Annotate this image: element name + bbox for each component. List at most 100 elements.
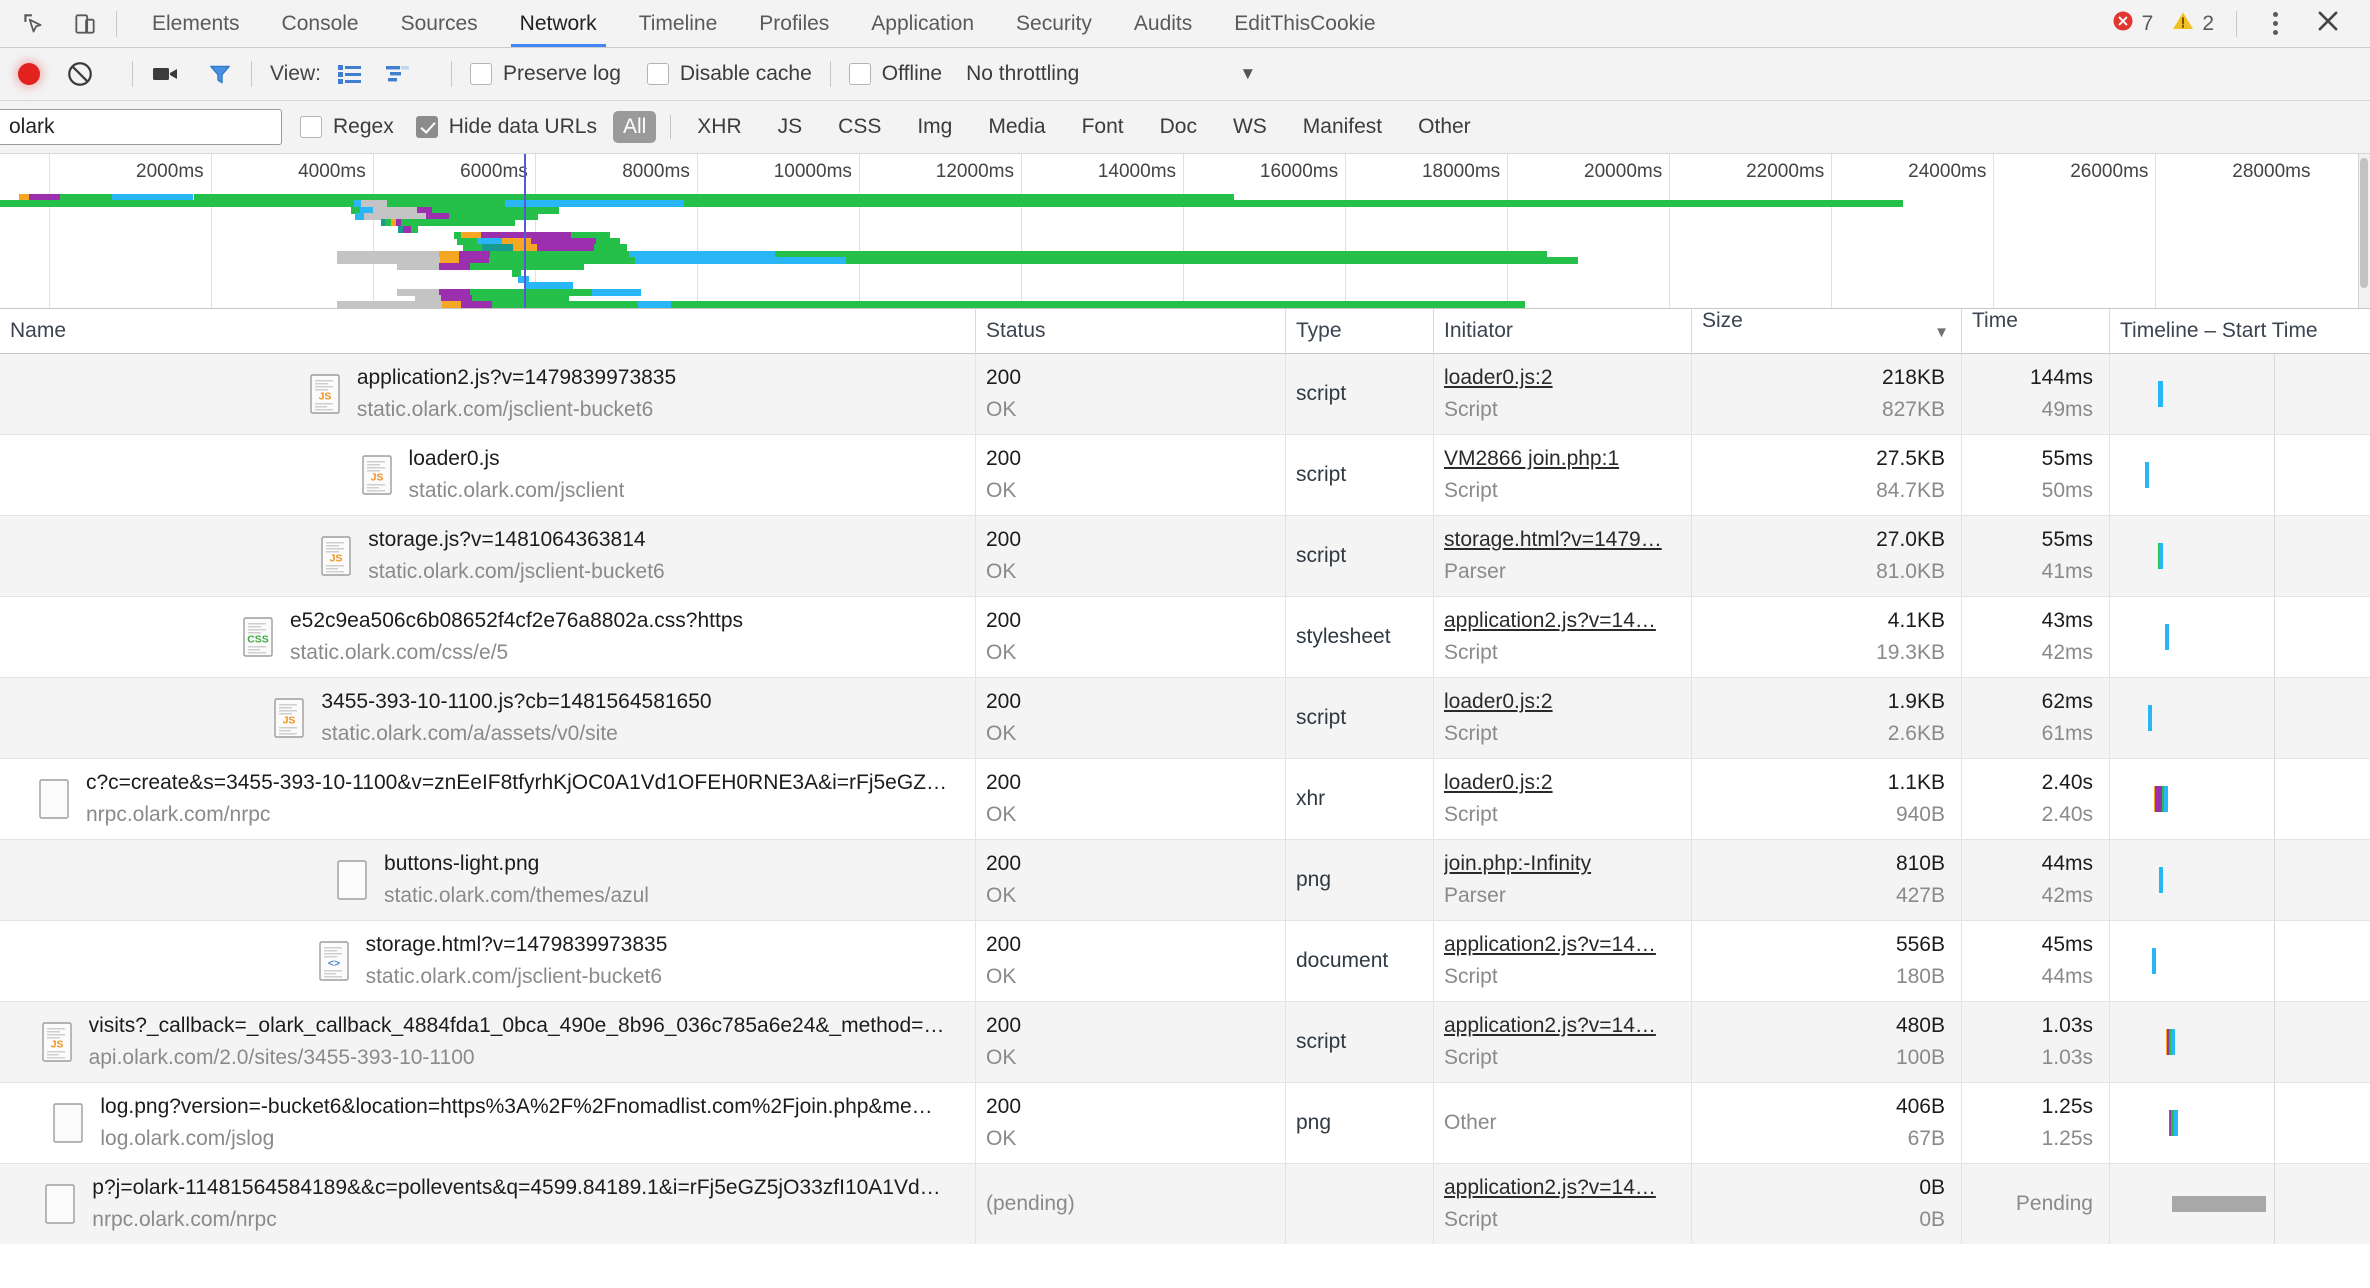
cell-name[interactable]: JS 3455-393-10-1100.js?cb=1481564581650 st…	[0, 678, 975, 758]
throttling-select[interactable]: No throttling	[966, 62, 1079, 86]
filter-type-media[interactable]: Media	[978, 111, 1055, 143]
initiator-link[interactable]: storage.html?v=1479…	[1444, 528, 1691, 552]
initiator-link[interactable]: VM2866 join.php:1	[1444, 447, 1691, 471]
cell-name[interactable]: p?j=olark-11481564584189&&c=pollevents&q…	[0, 1164, 975, 1244]
cell-name[interactable]: JS application2.js?v=1479839973835 static.…	[0, 354, 975, 434]
table-row[interactable]: log.png?version=-bucket6&location=https%…	[0, 1083, 2370, 1164]
inspect-element-icon[interactable]	[16, 7, 50, 41]
tab-security[interactable]: Security	[995, 0, 1113, 47]
initiator-link[interactable]: application2.js?v=14…	[1444, 933, 1691, 957]
waterfall-view-icon[interactable]	[385, 63, 411, 85]
filter-icon[interactable]	[207, 61, 233, 87]
cell-initiator[interactable]: join.php:-Infinity Parser	[1433, 840, 1691, 920]
column-header-type[interactable]: Type	[1285, 309, 1433, 354]
disable-cache-checkbox[interactable]: Disable cache	[646, 62, 812, 86]
table-row[interactable]: p?j=olark-11481564584189&&c=pollevents&q…	[0, 1164, 2370, 1244]
preserve-log-checkbox[interactable]: Preserve log	[469, 62, 621, 86]
initiator-link[interactable]: loader0.js:2	[1444, 690, 1691, 714]
cell-initiator[interactable]: storage.html?v=1479… Parser	[1433, 516, 1691, 596]
error-count-badge[interactable]: 7	[2111, 9, 2153, 39]
record-button[interactable]	[18, 63, 40, 85]
capture-screenshots-icon[interactable]	[151, 62, 181, 86]
cell-initiator[interactable]: loader0.js:2 Script	[1433, 678, 1691, 758]
filter-type-js[interactable]: JS	[768, 111, 813, 143]
tab-audits[interactable]: Audits	[1113, 0, 1213, 47]
cell-name[interactable]: c?c=create&s=3455-393-10-1100&v=znEeIF8t…	[0, 759, 975, 839]
table-row[interactable]: JS visits?_callback=_olark_callback_4884f…	[0, 1002, 2370, 1083]
table-row[interactable]: buttons-light.png static.olark.com/themes…	[0, 840, 2370, 921]
more-options-icon[interactable]	[2259, 4, 2292, 43]
cell-name[interactable]: JS visits?_callback=_olark_callback_4884f…	[0, 1002, 975, 1082]
cell-initiator[interactable]: loader0.js:2 Script	[1433, 354, 1691, 434]
cell-initiator[interactable]: application2.js?v=14… Script	[1433, 921, 1691, 1001]
filter-type-css[interactable]: CSS	[828, 111, 891, 143]
cell-initiator[interactable]: Other	[1433, 1083, 1691, 1163]
tab-sources[interactable]: Sources	[380, 0, 499, 47]
cell-name[interactable]: JS loader0.js static.olark.com/jsclient	[0, 435, 975, 515]
close-icon[interactable]	[2292, 1, 2352, 47]
network-overview-chart[interactable]: 2000ms 4000ms 6000ms 8000ms 10000ms 12000ms 14…	[0, 154, 2370, 309]
overview-scrollbar[interactable]	[2358, 154, 2370, 308]
tab-elements[interactable]: Elements	[131, 0, 261, 47]
table-row[interactable]: c?c=create&s=3455-393-10-1100&v=znEeIF8t…	[0, 759, 2370, 840]
clear-icon[interactable]	[66, 60, 94, 88]
cell-waterfall	[2109, 921, 2370, 1001]
overview-scrollbar-thumb[interactable]	[2360, 158, 2368, 288]
table-row[interactable]: JS application2.js?v=1479839973835 static.…	[0, 354, 2370, 435]
status-code: 200	[986, 528, 1022, 551]
tab-editthiscookie[interactable]: EditThisCookie	[1213, 0, 1396, 47]
cell-name[interactable]: <> storage.html?v=1479839973835 static.ola…	[0, 921, 975, 1001]
cell-name[interactable]: JS storage.js?v=1481064363814 static.olark…	[0, 516, 975, 596]
column-header-timeline[interactable]: Timeline – Start Time	[2109, 309, 2370, 354]
cell-initiator[interactable]: loader0.js:2 Script	[1433, 759, 1691, 839]
preserve-log-checkbox-box	[469, 63, 492, 85]
filter-type-font[interactable]: Font	[1072, 111, 1134, 143]
column-header-status[interactable]: Status	[975, 309, 1285, 354]
chevron-down-icon[interactable]: ▼	[1239, 64, 1256, 84]
cell-initiator[interactable]: application2.js?v=14… Script	[1433, 597, 1691, 677]
filter-type-img[interactable]: Img	[907, 111, 962, 143]
column-header-time[interactable]: Time	[1961, 309, 2109, 354]
table-row[interactable]: JS storage.js?v=1481064363814 static.olark…	[0, 516, 2370, 597]
initiator-link[interactable]: loader0.js:2	[1444, 771, 1691, 795]
table-row[interactable]: JS 3455-393-10-1100.js?cb=1481564581650 st…	[0, 678, 2370, 759]
cell-name[interactable]: buttons-light.png static.olark.com/themes…	[0, 840, 975, 920]
toggle-device-toolbar-icon[interactable]	[68, 7, 102, 41]
initiator-link[interactable]: application2.js?v=14…	[1444, 609, 1691, 633]
table-row[interactable]: CSS e52c9ea506c6b08652f4cf2e76a8802a.css?…	[0, 597, 2370, 678]
tool-icon-group	[0, 7, 102, 41]
tab-timeline[interactable]: Timeline	[618, 0, 739, 47]
cell-initiator[interactable]: application2.js?v=14… Script	[1433, 1164, 1691, 1244]
filter-type-other[interactable]: Other	[1408, 111, 1481, 143]
cell-initiator[interactable]: application2.js?v=14… Script	[1433, 1002, 1691, 1082]
table-row[interactable]: <> storage.html?v=1479839973835 static.ola…	[0, 921, 2370, 1002]
tab-application[interactable]: Application	[850, 0, 995, 47]
regex-checkbox[interactable]: Regex	[300, 115, 394, 139]
cell-name[interactable]: CSS e52c9ea506c6b08652f4cf2e76a8802a.css?…	[0, 597, 975, 677]
filter-input[interactable]: olark	[0, 109, 282, 145]
offline-checkbox[interactable]: Offline	[848, 62, 942, 86]
list-view-icon[interactable]	[337, 63, 363, 85]
size-transferred: 2.6KB	[1887, 722, 1945, 745]
tab-network[interactable]: Network	[499, 0, 618, 47]
filter-type-manifest[interactable]: Manifest	[1293, 111, 1392, 143]
initiator-link[interactable]: application2.js?v=14…	[1444, 1176, 1691, 1200]
filter-type-doc[interactable]: Doc	[1150, 111, 1207, 143]
tab-console[interactable]: Console	[261, 0, 380, 47]
filter-type-all[interactable]: All	[612, 111, 657, 143]
filter-type-ws[interactable]: WS	[1223, 111, 1277, 143]
hide-data-urls-checkbox[interactable]: Hide data URLs	[415, 115, 597, 139]
column-header-name[interactable]: Name	[0, 309, 975, 354]
cell-name[interactable]: log.png?version=-bucket6&location=https%…	[0, 1083, 975, 1163]
disable-cache-label: Disable cache	[679, 62, 812, 85]
table-row[interactable]: JS loader0.js static.olark.com/jsclient 200…	[0, 435, 2370, 516]
initiator-link[interactable]: application2.js?v=14…	[1444, 1014, 1691, 1038]
warning-count-badge[interactable]: 2	[2171, 9, 2214, 39]
column-header-initiator[interactable]: Initiator	[1433, 309, 1691, 354]
initiator-link[interactable]: join.php:-Infinity	[1444, 852, 1691, 876]
cell-initiator[interactable]: VM2866 join.php:1 Script	[1433, 435, 1691, 515]
column-header-size[interactable]: Size ▼	[1691, 309, 1961, 354]
filter-type-xhr[interactable]: XHR	[687, 111, 751, 143]
initiator-link[interactable]: loader0.js:2	[1444, 366, 1691, 390]
tab-profiles[interactable]: Profiles	[738, 0, 850, 47]
